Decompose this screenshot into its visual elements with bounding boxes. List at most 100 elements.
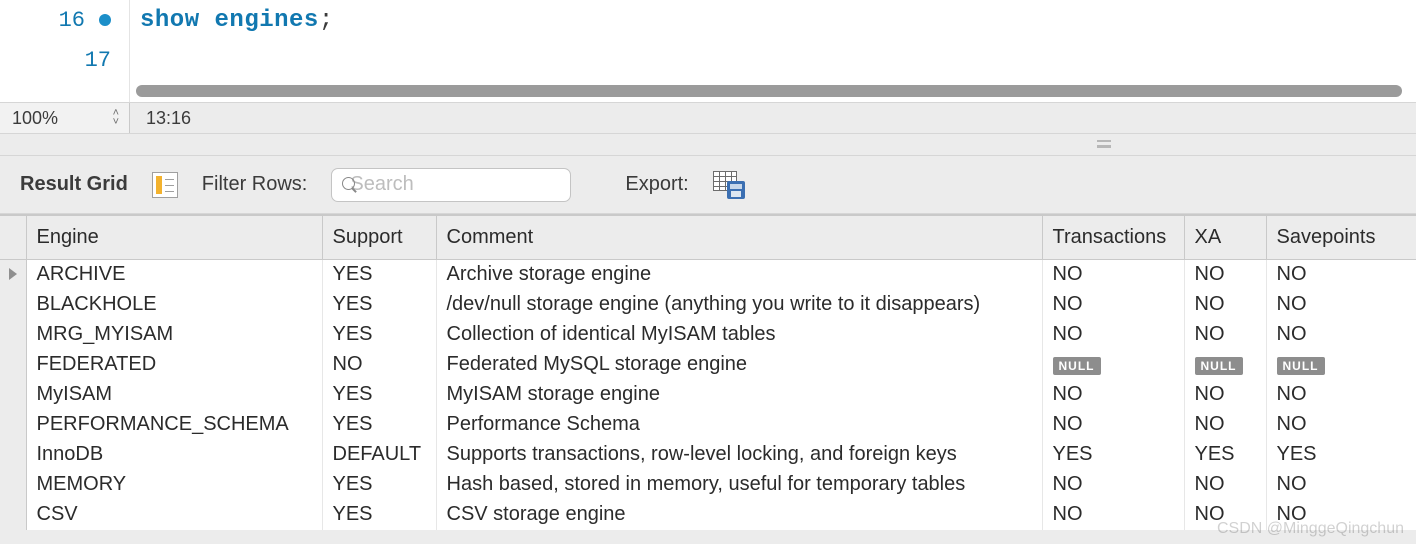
line-number: 17: [85, 48, 111, 73]
table-cell[interactable]: YES: [322, 410, 436, 440]
row-handle[interactable]: [0, 500, 26, 530]
table-cell[interactable]: /dev/null storage engine (anything you w…: [436, 290, 1042, 320]
filter-search-field[interactable]: [331, 168, 571, 202]
table-cell[interactable]: YES: [1042, 440, 1184, 470]
export-button[interactable]: [713, 171, 745, 199]
table-cell[interactable]: NO: [1184, 380, 1266, 410]
table-cell[interactable]: Archive storage engine: [436, 260, 1042, 290]
pane-divider[interactable]: [0, 134, 1416, 156]
table-cell[interactable]: Hash based, stored in memory, useful for…: [436, 470, 1042, 500]
table-cell[interactable]: YES: [322, 380, 436, 410]
table-cell[interactable]: YES: [322, 500, 436, 530]
row-handle[interactable]: [0, 470, 26, 500]
table-cell[interactable]: NO: [1184, 500, 1266, 530]
table-row[interactable]: PERFORMANCE_SCHEMAYESPerformance SchemaN…: [0, 410, 1416, 440]
sql-editor[interactable]: 16show engines; 17: [0, 0, 1416, 102]
table-cell[interactable]: MEMORY: [26, 470, 322, 500]
table-cell[interactable]: FEDERATED: [26, 350, 322, 380]
table-row[interactable]: InnoDBDEFAULTSupports transactions, row-…: [0, 440, 1416, 470]
table-cell[interactable]: NO: [1184, 260, 1266, 290]
table-cell[interactable]: YES: [322, 320, 436, 350]
table-cell[interactable]: NO: [1266, 290, 1416, 320]
row-handle[interactable]: [0, 410, 26, 440]
table-row[interactable]: ARCHIVEYESArchive storage engineNONONO: [0, 260, 1416, 290]
table-cell[interactable]: NO: [322, 350, 436, 380]
table-cell[interactable]: Federated MySQL storage engine: [436, 350, 1042, 380]
editor-line[interactable]: 16show engines;: [0, 0, 1416, 40]
table-cell[interactable]: NO: [1266, 260, 1416, 290]
breakpoint-dot-icon[interactable]: [99, 14, 111, 26]
table-cell[interactable]: NO: [1184, 470, 1266, 500]
table-cell[interactable]: NO: [1042, 470, 1184, 500]
table-cell[interactable]: Collection of identical MyISAM tables: [436, 320, 1042, 350]
table-cell[interactable]: InnoDB: [26, 440, 322, 470]
table-cell[interactable]: DEFAULT: [322, 440, 436, 470]
table-cell[interactable]: YES: [322, 470, 436, 500]
table-cell[interactable]: NO: [1042, 410, 1184, 440]
table-cell[interactable]: NO: [1266, 410, 1416, 440]
table-cell[interactable]: MRG_MYISAM: [26, 320, 322, 350]
table-row[interactable]: MEMORYYESHash based, stored in memory, u…: [0, 470, 1416, 500]
table-row[interactable]: FEDERATEDNOFederated MySQL storage engin…: [0, 350, 1416, 380]
column-header[interactable]: Support: [322, 216, 436, 260]
table-cell[interactable]: YES: [322, 290, 436, 320]
table-cell[interactable]: MyISAM storage engine: [436, 380, 1042, 410]
table-cell[interactable]: NO: [1266, 500, 1416, 530]
table-cell[interactable]: NO: [1184, 320, 1266, 350]
table-cell[interactable]: NO: [1184, 290, 1266, 320]
table-row[interactable]: MRG_MYISAMYESCollection of identical MyI…: [0, 320, 1416, 350]
table-cell[interactable]: CSV storage engine: [436, 500, 1042, 530]
table-cell[interactable]: YES: [322, 260, 436, 290]
grid-icon[interactable]: [152, 172, 178, 198]
table-cell[interactable]: Performance Schema: [436, 410, 1042, 440]
table-cell[interactable]: NULL: [1266, 350, 1416, 380]
editor-line[interactable]: 17: [0, 40, 1416, 80]
editor-gutter[interactable]: 17: [0, 40, 130, 80]
row-handle[interactable]: [0, 320, 26, 350]
table-cell[interactable]: NO: [1042, 380, 1184, 410]
table-cell[interactable]: YES: [1184, 440, 1266, 470]
table-cell[interactable]: NULL: [1042, 350, 1184, 380]
table-row[interactable]: MyISAMYESMyISAM storage engineNONONO: [0, 380, 1416, 410]
table-cell[interactable]: MyISAM: [26, 380, 322, 410]
scrollbar-thumb[interactable]: [136, 85, 1402, 97]
table-row[interactable]: BLACKHOLEYES/dev/null storage engine (an…: [0, 290, 1416, 320]
code-content[interactable]: show engines;: [130, 7, 1416, 34]
table-cell[interactable]: NO: [1042, 500, 1184, 530]
table-cell[interactable]: NO: [1266, 320, 1416, 350]
table-cell[interactable]: NO: [1266, 470, 1416, 500]
row-handle[interactable]: [0, 350, 26, 380]
chevron-down-icon[interactable]: ˅: [113, 118, 119, 127]
column-header[interactable]: Transactions: [1042, 216, 1184, 260]
table-cell[interactable]: PERFORMANCE_SCHEMA: [26, 410, 322, 440]
column-header[interactable]: Engine: [26, 216, 322, 260]
row-handle[interactable]: [0, 260, 26, 290]
column-header[interactable]: Comment: [436, 216, 1042, 260]
drag-handle-icon[interactable]: [1097, 140, 1111, 148]
table-cell[interactable]: NO: [1042, 320, 1184, 350]
table-cell[interactable]: YES: [1266, 440, 1416, 470]
row-handle[interactable]: [0, 440, 26, 470]
editor-gutter[interactable]: 16: [0, 0, 130, 40]
column-header[interactable]: XA: [1184, 216, 1266, 260]
column-header[interactable]: Savepoints: [1266, 216, 1416, 260]
table-row[interactable]: CSVYESCSV storage engineNONONO: [0, 500, 1416, 530]
editor-horizontal-scrollbar[interactable]: [136, 85, 1402, 97]
zoom-level[interactable]: 100%: [12, 108, 58, 129]
table-cell[interactable]: BLACKHOLE: [26, 290, 322, 320]
zoom-stepper[interactable]: ˄ ˅: [113, 109, 119, 127]
table-cell[interactable]: ARCHIVE: [26, 260, 322, 290]
row-handle[interactable]: [0, 290, 26, 320]
table-cell[interactable]: Supports transactions, row-level locking…: [436, 440, 1042, 470]
table-cell[interactable]: NO: [1042, 260, 1184, 290]
result-grid[interactable]: EngineSupportCommentTransactionsXASavepo…: [0, 214, 1416, 530]
row-handle[interactable]: [0, 380, 26, 410]
current-row-pointer-icon: [9, 268, 17, 280]
table-cell[interactable]: NO: [1042, 290, 1184, 320]
table-cell[interactable]: CSV: [26, 500, 322, 530]
row-handle-header: [0, 216, 26, 260]
table-cell[interactable]: NULL: [1184, 350, 1266, 380]
table-cell[interactable]: NO: [1184, 410, 1266, 440]
table-cell[interactable]: NO: [1266, 380, 1416, 410]
filter-search-input[interactable]: [350, 173, 615, 196]
